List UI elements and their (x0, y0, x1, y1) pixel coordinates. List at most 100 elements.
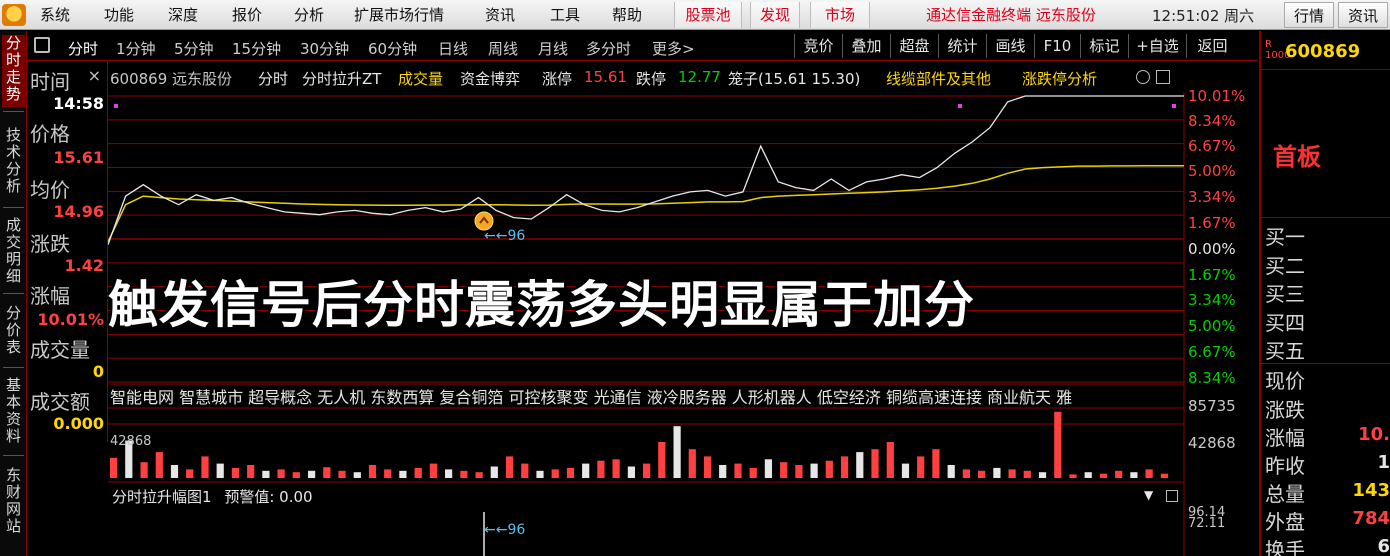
period-daily[interactable]: 日线 (438, 38, 468, 59)
menu-extended-market[interactable]: 扩展市场行情 (354, 5, 444, 25)
draw-line-button[interactable]: 画线 (986, 34, 1034, 58)
tab-intraday[interactable]: 分时走势 (2, 35, 25, 107)
quote-mode-button[interactable]: 行情 (1284, 2, 1334, 28)
volume-tab[interactable]: 成交量 (398, 68, 443, 89)
sector-link[interactable]: 线缆部件及其他 (886, 68, 991, 89)
signal-arrow-label: ←←96 (484, 228, 526, 244)
tab-price-table[interactable]: 分价表 (2, 305, 25, 359)
volume-bar (993, 467, 1001, 478)
menu-function[interactable]: 功能 (104, 5, 134, 25)
turnover-label: 换手 (1265, 538, 1305, 556)
limit-analysis-link[interactable]: 涨跌停分析 (1022, 68, 1097, 89)
menu-stock-pool[interactable]: 股票池 (674, 2, 742, 28)
menu-depth[interactable]: 深度 (168, 5, 198, 25)
bid-2-label[interactable]: 买二 (1265, 250, 1305, 279)
volume-bar (353, 472, 361, 478)
volume-bar (901, 463, 910, 478)
limit-down-label: 跌停 (636, 70, 667, 88)
tab-technical[interactable]: 技术分析 (2, 127, 25, 197)
add-watchlist-button[interactable]: +自选 (1128, 34, 1186, 58)
change-pct-value: 10.01% (37, 310, 104, 329)
fund-game-tab[interactable]: 资金博弈 (460, 68, 520, 89)
volume-bar (399, 470, 407, 478)
volume-bar (1069, 474, 1077, 478)
menu-help[interactable]: 帮助 (612, 5, 642, 25)
app-logo-icon[interactable] (2, 4, 26, 26)
indicator-arrow-label: ←←96 (484, 522, 526, 538)
menu-analysis[interactable]: 分析 (294, 5, 324, 25)
tab-divider (3, 455, 24, 456)
volume-bar (947, 465, 955, 478)
period-5min[interactable]: 5分钟 (174, 38, 214, 59)
chart-mode: 分时 (258, 70, 289, 88)
volume-bar (490, 466, 498, 478)
tab-basic-info[interactable]: 基本资料 (2, 377, 25, 449)
bid-4-label[interactable]: 买四 (1265, 307, 1305, 336)
volume-bar (612, 459, 620, 478)
concept-ticker[interactable]: 智能电网 智慧城市 超导概念 无人机 东数西算 复合铜箔 可控核聚变 光通信 液… (110, 384, 1186, 408)
maximize-icon[interactable] (1156, 70, 1170, 84)
auction-button[interactable]: 竞价 (794, 34, 842, 58)
stock-name: 600869 远东股份 (110, 70, 233, 88)
amount-label: 成交额 (30, 390, 90, 414)
volume-bar (475, 472, 483, 478)
limit-up-label: 涨停 (542, 70, 573, 88)
event-dot (958, 104, 962, 108)
bid-5-label[interactable]: 买五 (1265, 335, 1305, 364)
overlay-button[interactable]: 叠加 (842, 34, 890, 58)
panel-maximize-icon[interactable] (1166, 490, 1178, 502)
prev-close-label: 昨收 (1265, 454, 1305, 478)
volume-axis-mid-left: 42868 (110, 434, 152, 449)
super-panel-button[interactable]: 超盘 (890, 34, 938, 58)
more-periods[interactable]: 更多> (652, 38, 695, 59)
tab-eastmoney[interactable]: 东财网站 (2, 467, 25, 539)
menu-discover[interactable]: 发现 (750, 2, 800, 28)
tab-trade-detail[interactable]: 成交明细 (2, 217, 25, 287)
volume-bar (460, 470, 468, 478)
period-15min[interactable]: 15分钟 (232, 38, 281, 59)
menu-market[interactable]: 市场 (810, 2, 870, 28)
axis-label-down: 3.34% (1188, 291, 1236, 309)
layout-icon[interactable] (34, 37, 50, 53)
overlay-caption: 触发信号后分时震荡多头明显属于加分 (108, 276, 975, 334)
period-30min[interactable]: 30分钟 (300, 38, 349, 59)
volume-bar (155, 452, 163, 478)
volume-bar (1099, 473, 1108, 478)
menu-tools[interactable]: 工具 (550, 5, 580, 25)
menu-system[interactable]: 系统 (40, 5, 70, 25)
volume-bar (277, 469, 285, 478)
left-tab-strip: 分时走势 技术分析 成交明细 分价表 基本资料 东财网站 (0, 31, 27, 556)
expand-icon[interactable] (1136, 70, 1150, 84)
indicator-name[interactable]: 分时拉升ZT (302, 68, 381, 89)
period-weekly[interactable]: 周线 (488, 38, 518, 59)
volume-bar (505, 456, 514, 478)
statistics-button[interactable]: 统计 (938, 34, 986, 58)
volume-bar (871, 449, 879, 478)
indicator-signal-value: 96 (507, 522, 526, 538)
indicator-panel-title[interactable]: 分时拉升幅图1 (112, 488, 212, 506)
menu-quote[interactable]: 报价 (232, 5, 262, 25)
multi-intraday[interactable]: 多分时 (586, 38, 631, 59)
news-mode-button[interactable]: 资讯 (1338, 2, 1388, 28)
panel-dropdown-icon[interactable]: ▼ (1144, 488, 1153, 502)
close-icon[interactable]: × (88, 66, 101, 85)
volume-bar (764, 459, 772, 478)
volume-bar (445, 469, 453, 478)
period-intraday[interactable]: 分时 (68, 38, 98, 59)
period-60min[interactable]: 60分钟 (368, 38, 417, 59)
bid-1-label[interactable]: 买一 (1265, 221, 1305, 250)
back-button[interactable]: 返回 (1186, 34, 1238, 58)
mark-button[interactable]: 标记 (1080, 34, 1128, 58)
bid-3-label[interactable]: 买三 (1265, 278, 1305, 307)
period-1min[interactable]: 1分钟 (116, 38, 156, 59)
axis-label-down: 8.34% (1188, 369, 1236, 387)
turnover-value: 6 (1377, 536, 1390, 556)
event-dot (1172, 104, 1176, 108)
axis-label-down: 5.00% (1188, 317, 1236, 335)
f10-button[interactable]: F10 (1034, 34, 1080, 58)
period-monthly[interactable]: 月线 (538, 38, 568, 59)
volume-axis-top: 85735 (1188, 397, 1236, 415)
volume-bar (216, 463, 224, 478)
crosshair-info-panel: 时间 × 14:58 价格 15.61 均价 14.96 涨跌 1.42 涨幅 … (28, 62, 108, 442)
menu-news[interactable]: 资讯 (485, 5, 515, 25)
